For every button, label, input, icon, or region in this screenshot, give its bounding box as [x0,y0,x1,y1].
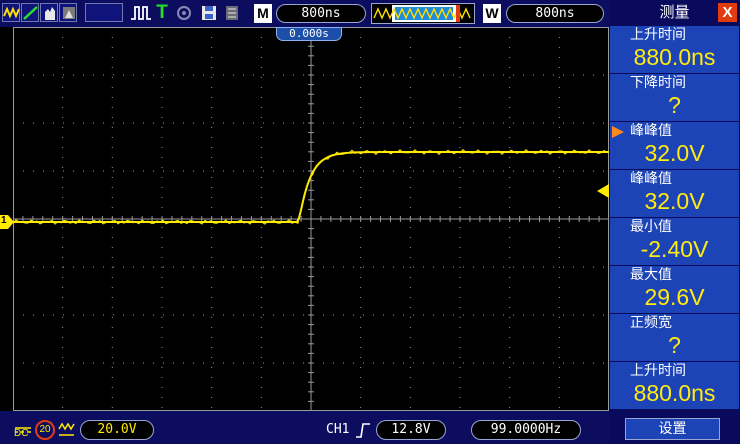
ch1-ground-marker[interactable]: 1 [0,214,14,229]
measurement-slot-3[interactable]: 峰峰值 32.0V [610,122,739,169]
measurement-value: -2.40V [640,236,709,262]
measurement-slot-2[interactable]: 下降时间 ? [610,74,739,121]
settings-gear-icon[interactable] [174,3,194,23]
trigger-level-display[interactable]: 12.8V [376,420,446,440]
dc-coupling-icon[interactable]: DC [14,419,32,441]
waveform-icon[interactable] [2,3,20,22]
measurement-slot-6[interactable]: 最大值 29.6V [610,266,739,313]
memory-icon[interactable] [222,3,242,23]
measurement-value: 32.0V [644,140,705,166]
measurement-value: 32.0V [644,188,705,214]
graticule [13,27,609,411]
measurement-value: ? [668,332,681,358]
measurement-slot-4[interactable]: 峰峰值 32.0V [610,170,739,217]
coupling-label: DC [14,428,29,439]
measurement-label: 最大值 [630,267,672,283]
hand-icon-2[interactable] [59,3,77,22]
ch1-ground-label: 1 [1,215,7,226]
trigger-icon[interactable]: T [153,2,171,23]
measurement-label: 上升时间 [630,363,686,379]
measurement-label: 峰峰值 [630,123,672,139]
waveform-display[interactable]: 0.000s [13,27,609,411]
measure-panel: 测量 X 上升时间 880.0ns 下降时间 ? 峰峰值 32.0V 峰峰值 3… [609,0,740,444]
measurement-slot-8[interactable]: 上升时间 880.0ns [610,362,739,409]
measurement-label: 最小值 [630,219,672,235]
edge-icon[interactable] [21,3,39,22]
measurement-slot-1[interactable]: 上升时间 880.0ns [610,26,739,73]
status-bar: DC 20 20.0V CH1 12.8V 99.0000Hz [0,411,609,444]
probe-icon[interactable] [58,422,76,438]
volts-div-display[interactable]: 20.0V [80,420,154,440]
top-toolbar: T M 800ns W 800ns [0,0,609,27]
measurement-value: ? [668,92,681,118]
trigger-source-label: CH1 [326,422,350,437]
trigger-level-marker[interactable] [597,184,609,198]
waveform-canvas [13,27,609,411]
selected-arrow-icon [612,126,624,138]
ch1-trace-noise [13,148,608,225]
mode-key[interactable]: M [254,4,272,23]
frequency-display: 99.0000Hz [471,420,581,440]
window-key[interactable]: W [483,4,501,23]
hand-icon[interactable] [40,3,58,22]
measurement-value: 880.0ns [633,44,716,70]
close-button[interactable]: X [718,3,737,22]
pulse-icon[interactable] [130,3,152,23]
measurement-label: 上升时间 [630,27,686,43]
rising-edge-icon[interactable] [355,422,371,438]
window-overview[interactable] [371,3,475,24]
settings-button[interactable]: 设置 [625,418,720,440]
measurement-label: 峰峰值 [630,171,672,187]
blank-indicator [85,3,123,22]
measurement-slot-7[interactable]: 正频宽 ? [610,314,739,361]
bandwidth-limit-icon[interactable]: 20 [35,420,55,440]
trigger-position-label[interactable]: 0.000s [276,27,342,41]
measurement-value: 880.0ns [633,380,716,406]
timebase-display[interactable]: 800ns [276,4,366,23]
window-timebase-display[interactable]: 800ns [506,4,604,23]
measurement-value: 29.6V [644,284,705,310]
measurement-label: 正频宽 [630,315,672,331]
measurement-label: 下降时间 [630,75,686,91]
save-icon[interactable] [199,3,219,23]
measurement-slot-5[interactable]: 最小值 -2.40V [610,218,739,265]
